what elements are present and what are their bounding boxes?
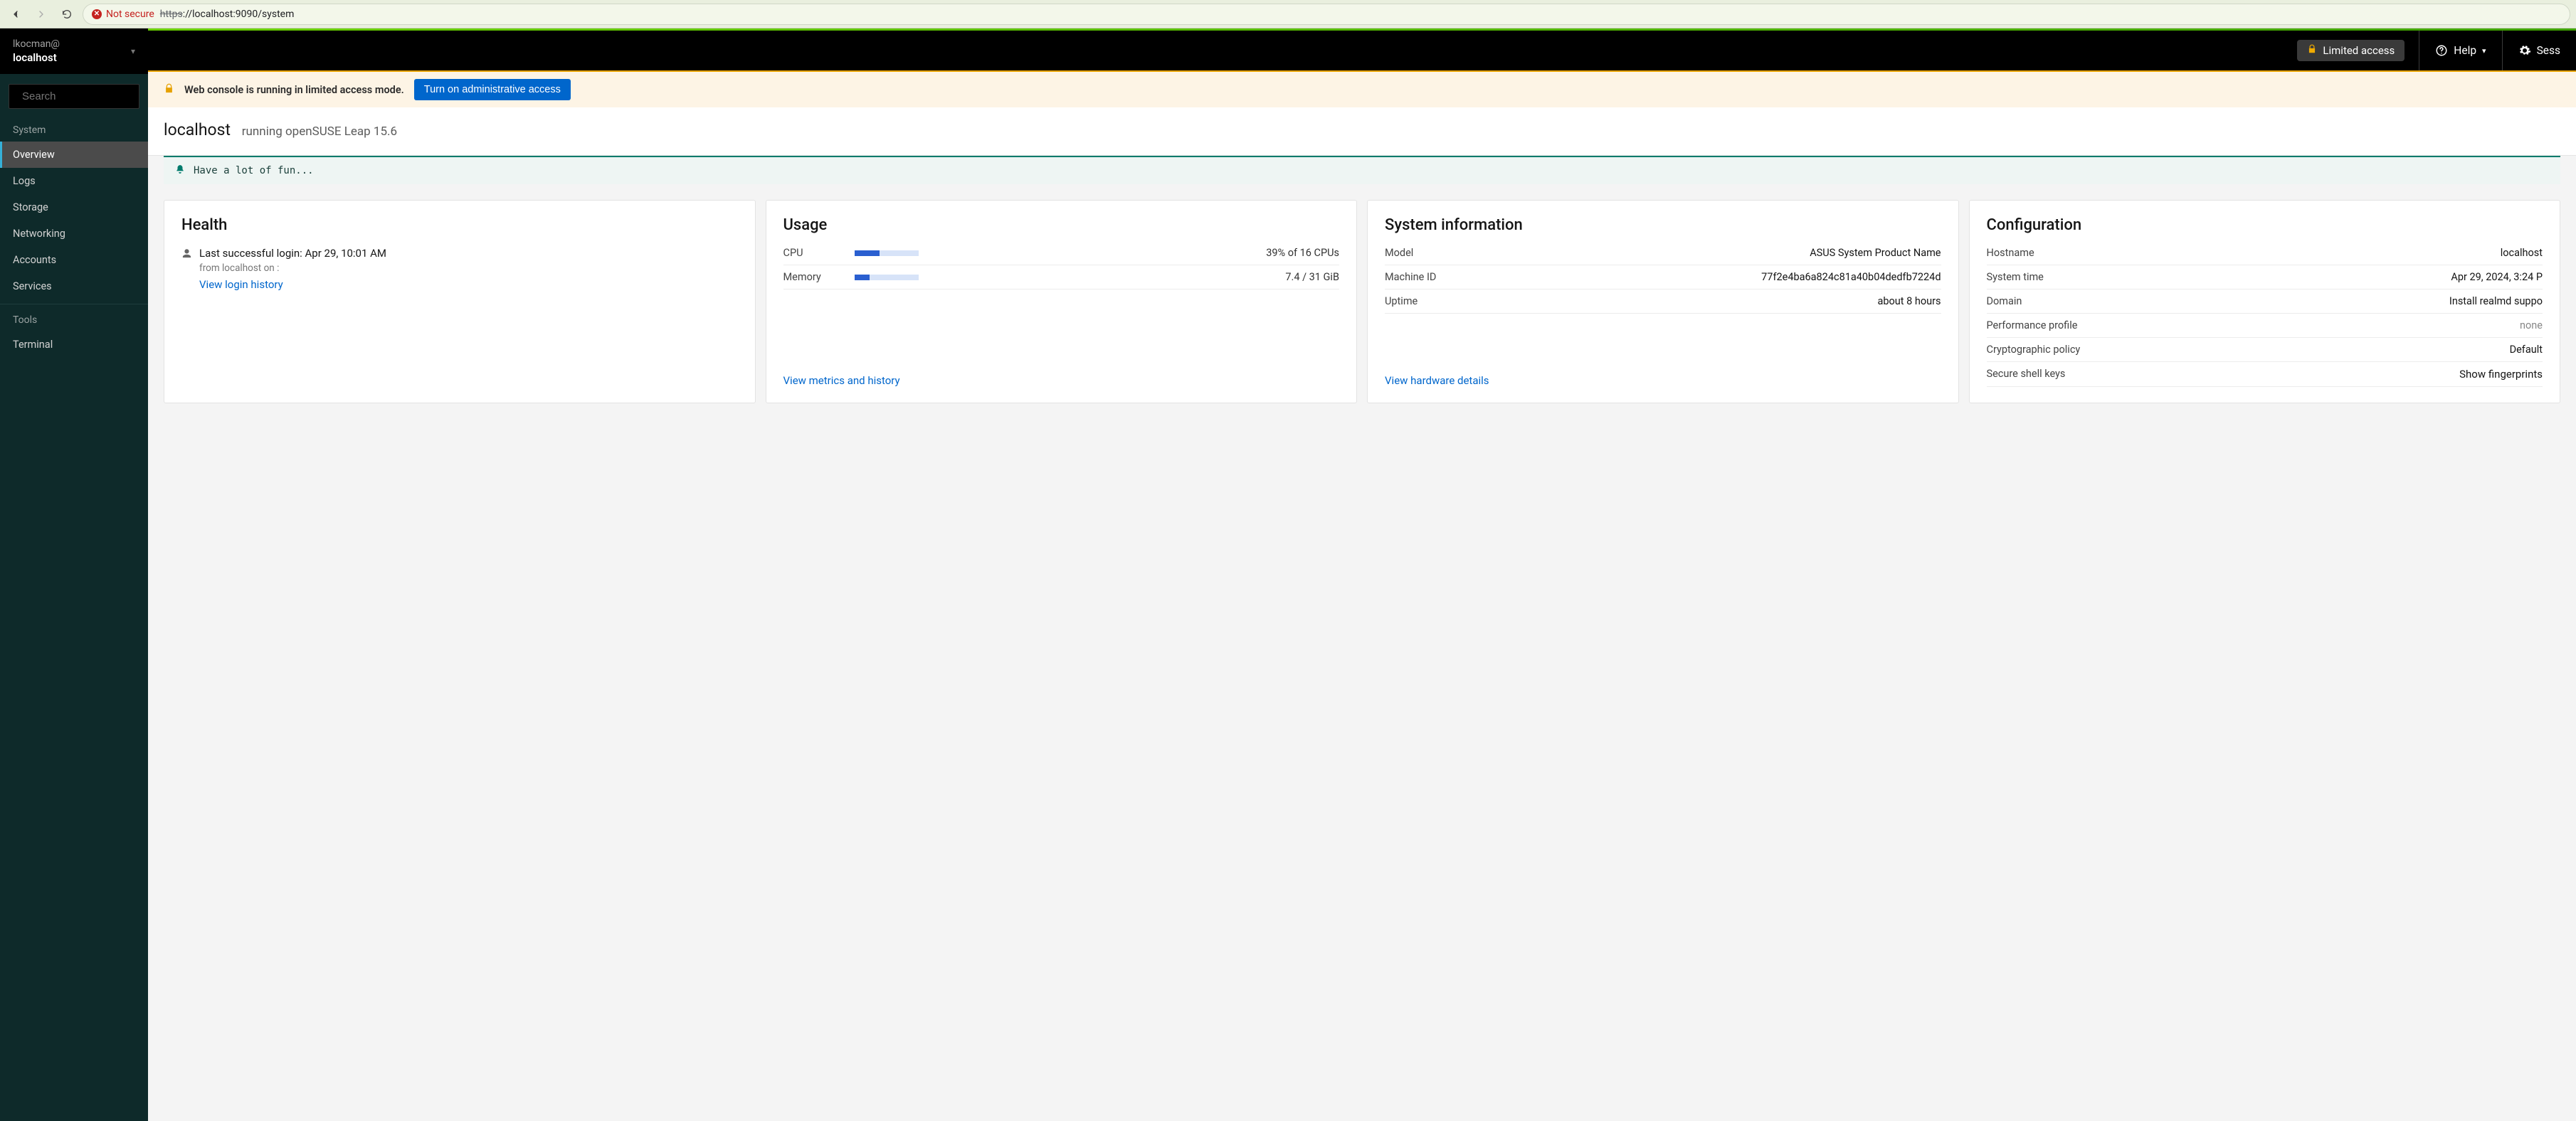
browser-url-bar[interactable]: ✕ Not secure https://localhost:9090/syst… (83, 4, 2570, 25)
memory-label: Memory (783, 271, 848, 283)
session-host: localhost (13, 51, 60, 64)
chevron-down-icon: ▾ (131, 46, 135, 56)
gear-icon (2518, 44, 2531, 57)
sysinfo-row: Machine ID77f2e4ba6a824c81a40b04dedfb722… (1385, 265, 1941, 289)
cpu-progress (855, 250, 919, 256)
usage-cpu-row: CPU 39% of 16 CPUs (783, 247, 1340, 265)
memory-progress (855, 275, 919, 280)
sysinfo-row: ModelASUS System Product Name (1385, 247, 1941, 265)
view-login-history-link[interactable]: View login history (199, 278, 283, 291)
cpu-value: 39% of 16 CPUs (926, 247, 1340, 259)
help-menu[interactable]: Help ▾ (2419, 31, 2501, 70)
page-title: localhost (164, 120, 231, 139)
chevron-down-icon: ▾ (2482, 46, 2486, 55)
sidebar: lkocman@ localhost ▾ System Overview Log… (0, 28, 148, 1121)
session-menu[interactable]: Sess (2502, 31, 2576, 70)
config-row: System timeApr 29, 2024, 3:24 P (1987, 265, 2543, 289)
sidebar-item-logs[interactable]: Logs (0, 168, 148, 194)
sidebar-search[interactable] (9, 84, 139, 109)
sidebar-item-terminal[interactable]: Terminal (0, 331, 148, 358)
bell-icon (175, 164, 185, 177)
page-header: localhost running openSUSE Leap 15.6 (148, 107, 2576, 156)
sidebar-item-overview[interactable]: Overview (0, 142, 148, 168)
motd-text: Have a lot of fun... (194, 165, 314, 176)
session-user: lkocman@ (13, 38, 60, 50)
config-row: Secure shell keysShow fingerprints (1987, 362, 2543, 387)
turn-on-admin-button[interactable]: Turn on administrative access (414, 79, 571, 100)
reload-icon (61, 9, 73, 20)
config-row: Hostnamelocalhost (1987, 247, 2543, 265)
limited-access-banner: Web console is running in limited access… (148, 72, 2576, 107)
sidebar-item-accounts[interactable]: Accounts (0, 247, 148, 273)
main-content: Limited access Help ▾ Sess Web console i… (148, 28, 2576, 1121)
help-label: Help (2454, 44, 2476, 57)
not-secure-indicator: ✕ Not secure (92, 9, 154, 20)
arrow-right-icon (36, 9, 47, 20)
configuration-card: Configuration Hostnamelocalhost System t… (1969, 200, 2561, 403)
browser-forward-button[interactable] (31, 4, 51, 24)
motd-banner: Have a lot of fun... (164, 156, 2560, 184)
usage-card: Usage CPU 39% of 16 CPUs Memory 7.4 / 31… (766, 200, 1358, 403)
config-row: Cryptographic policyDefault (1987, 338, 2543, 362)
browser-back-button[interactable] (6, 4, 26, 24)
login-from-text: from localhost on : (199, 262, 386, 274)
view-metrics-link[interactable]: View metrics and history (783, 374, 900, 387)
not-secure-icon: ✕ (92, 9, 102, 19)
show-fingerprints-link[interactable]: Show fingerprints (2459, 368, 2543, 381)
arrow-left-icon (10, 9, 21, 20)
config-row: Performance profilenone (1987, 314, 2543, 338)
help-icon (2435, 44, 2448, 57)
sysinfo-row: Uptimeabout 8 hours (1385, 289, 1941, 314)
nav-group-tools: Tools (0, 304, 148, 331)
search-input[interactable] (22, 90, 164, 102)
browser-url-text: https://localhost:9090/system (160, 9, 295, 20)
config-row: DomainInstall realmd suppo (1987, 289, 2543, 314)
user-icon (181, 248, 192, 291)
memory-value: 7.4 / 31 GiB (926, 271, 1340, 283)
view-hardware-link[interactable]: View hardware details (1385, 374, 1489, 387)
sidebar-item-networking[interactable]: Networking (0, 221, 148, 247)
not-secure-label: Not secure (106, 9, 154, 20)
limited-access-label: Limited access (2323, 44, 2395, 57)
health-title: Health (181, 216, 738, 234)
sysinfo-title: System information (1385, 216, 1941, 234)
sidebar-item-services[interactable]: Services (0, 273, 148, 299)
browser-chrome: ✕ Not secure https://localhost:9090/syst… (0, 0, 2576, 28)
lock-icon (2307, 44, 2317, 57)
os-description: running openSUSE Leap 15.6 (242, 124, 397, 139)
cpu-label: CPU (783, 247, 848, 259)
banner-message: Web console is running in limited access… (184, 84, 404, 96)
topbar: Limited access Help ▾ Sess (148, 31, 2576, 70)
host-switcher[interactable]: lkocman@ localhost ▾ (0, 28, 148, 74)
usage-memory-row: Memory 7.4 / 31 GiB (783, 265, 1340, 289)
session-label: Sess (2537, 44, 2560, 57)
lock-icon (164, 83, 174, 97)
system-info-card: System information ModelASUS System Prod… (1367, 200, 1959, 403)
browser-reload-button[interactable] (57, 4, 77, 24)
nav-group-system: System (0, 115, 148, 142)
last-login-text: Last successful login: Apr 29, 10:01 AM (199, 247, 386, 260)
usage-title: Usage (783, 216, 1340, 234)
health-card: Health Last successful login: Apr 29, 10… (164, 200, 756, 403)
sidebar-item-storage[interactable]: Storage (0, 194, 148, 221)
config-title: Configuration (1987, 216, 2543, 234)
limited-access-badge[interactable]: Limited access (2297, 40, 2405, 61)
